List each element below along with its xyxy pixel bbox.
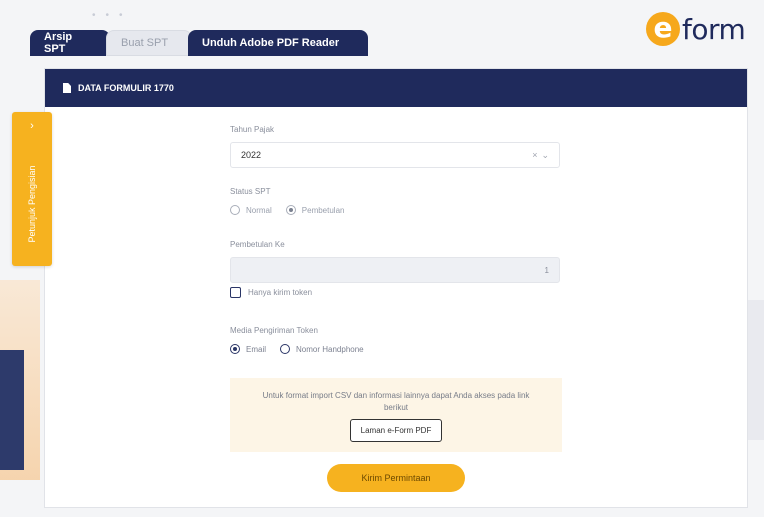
side-tab-label: Petunjuk Pengisian — [27, 165, 37, 243]
status-spt-radio-group: Normal Pembetulan — [230, 205, 358, 215]
hanya-kirim-token-checkbox[interactable] — [230, 287, 241, 298]
media-pengiriman-label: Media Pengiriman Token — [230, 326, 318, 335]
tab-unduh-adobe[interactable]: Unduh Adobe PDF Reader — [188, 30, 368, 56]
background-panel-edge — [746, 300, 764, 440]
clear-icon[interactable]: × — [532, 150, 537, 160]
radio-email[interactable]: Email — [230, 344, 266, 354]
checkbox-label: Hanya kirim token — [248, 288, 313, 297]
chevron-down-icon[interactable]: ⌄ — [541, 150, 549, 161]
radio-pembetulan[interactable]: Pembetulan — [285, 205, 345, 215]
eform-logo: e form — [646, 12, 746, 46]
radio-button-checked[interactable] — [230, 344, 240, 354]
selected-value: 2022 — [241, 150, 262, 160]
logo-mark: e — [646, 12, 680, 46]
radio-label: Nomor Handphone — [296, 344, 364, 354]
hanya-kirim-token-row[interactable]: Hanya kirim token — [230, 287, 312, 298]
radio-button-checked[interactable] — [285, 205, 296, 215]
laman-eform-pdf-button[interactable]: Laman e-Form PDF — [349, 419, 443, 442]
radio-button[interactable] — [280, 344, 291, 354]
panel-title: DATA FORMULIR 1770 — [78, 83, 174, 93]
radio-label: Normal — [246, 205, 272, 215]
tab-buat-spt[interactable]: Buat SPT — [106, 30, 192, 56]
radio-label: Pembetulan — [301, 205, 345, 215]
tab-label: Unduh Adobe PDF Reader — [202, 37, 340, 49]
tab-label: Arsip SPT — [44, 31, 73, 55]
tab-label: Buat SPT — [121, 37, 169, 49]
tab-bar: Arsip SPT Buat SPT Unduh Adobe PDF Reade… — [30, 30, 368, 56]
kirim-permintaan-button[interactable]: Kirim Permintaan — [327, 464, 465, 492]
pembetulan-ke-label: Pembetulan Ke — [230, 240, 285, 249]
decorative-dots: ••• — [92, 10, 133, 21]
tab-arsip-spt[interactable]: Arsip SPT — [30, 30, 110, 56]
radio-label: Email — [246, 344, 267, 354]
radio-nomor-handphone[interactable]: Nomor Handphone — [280, 344, 364, 354]
petunjuk-pengisian-tab[interactable]: › Petunjuk Pengisian — [12, 112, 52, 266]
radio-normal[interactable]: Normal — [230, 205, 272, 215]
pembetulan-ke-input: 1 — [230, 257, 560, 283]
tahun-pajak-select[interactable]: 2022 × ⌄ — [230, 142, 560, 168]
background-illustration-shape — [0, 350, 24, 470]
media-pengiriman-radio-group: Email Nomor Handphone — [230, 344, 378, 354]
info-text: Untuk format import CSV dan informasi la… — [262, 391, 530, 412]
status-spt-label: Status SPT — [230, 187, 271, 196]
logo-text: form — [682, 12, 746, 46]
tahun-pajak-label: Tahun Pajak — [230, 125, 275, 134]
panel-header: DATA FORMULIR 1770 — [45, 69, 747, 107]
radio-button[interactable] — [230, 205, 240, 215]
chevron-right-icon: › — [30, 120, 34, 132]
document-icon — [63, 83, 71, 93]
info-box: Untuk format import CSV dan informasi la… — [230, 378, 562, 452]
